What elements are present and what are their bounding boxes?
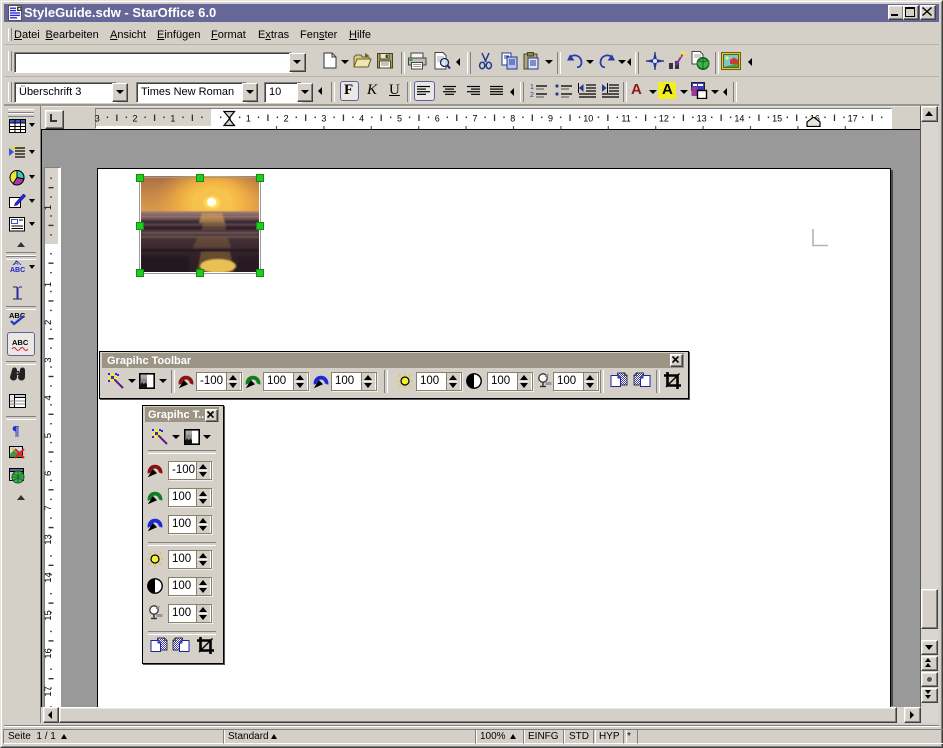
svg-text:¶: ¶ [12,424,20,438]
svg-text:14: 14 [734,113,744,123]
svg-text:1: 1 [170,113,175,123]
svg-text:17: 17 [848,113,858,123]
svg-text:5: 5 [397,113,402,123]
svg-text:ABC: ABC [10,267,25,274]
svg-text:1: 1 [530,84,534,91]
svg-text:ABC: ABC [12,338,28,347]
svg-text:10: 10 [583,113,593,123]
svg-text:13: 13 [697,113,707,123]
svg-text:13: 13 [44,534,54,545]
svg-text:17: 17 [44,686,54,697]
svg-text:15: 15 [772,113,782,123]
svg-text:8: 8 [510,113,515,123]
svg-text:4: 4 [44,395,54,400]
svg-text:2: 2 [44,320,54,325]
svg-text:14: 14 [44,572,54,583]
svg-text:1: 1 [246,113,251,123]
svg-text:4: 4 [359,113,364,123]
svg-text:3: 3 [321,113,326,123]
svg-text:2: 2 [284,113,289,123]
svg-text:7: 7 [472,113,477,123]
svg-text:1: 1 [44,205,54,210]
svg-text:16: 16 [44,648,54,659]
svg-text:9: 9 [548,113,553,123]
svg-text:2: 2 [530,92,534,98]
svg-text:11: 11 [621,113,630,123]
svg-text:5: 5 [44,433,54,438]
svg-text:15: 15 [44,610,54,621]
svg-text:7: 7 [44,505,54,510]
svg-text:12: 12 [659,113,669,123]
svg-text:1: 1 [44,282,54,287]
svg-text:3: 3 [44,357,54,362]
svg-text:6: 6 [44,471,54,476]
svg-text:2: 2 [133,113,138,123]
svg-text:3: 3 [95,113,100,123]
svg-text:6: 6 [435,113,440,123]
